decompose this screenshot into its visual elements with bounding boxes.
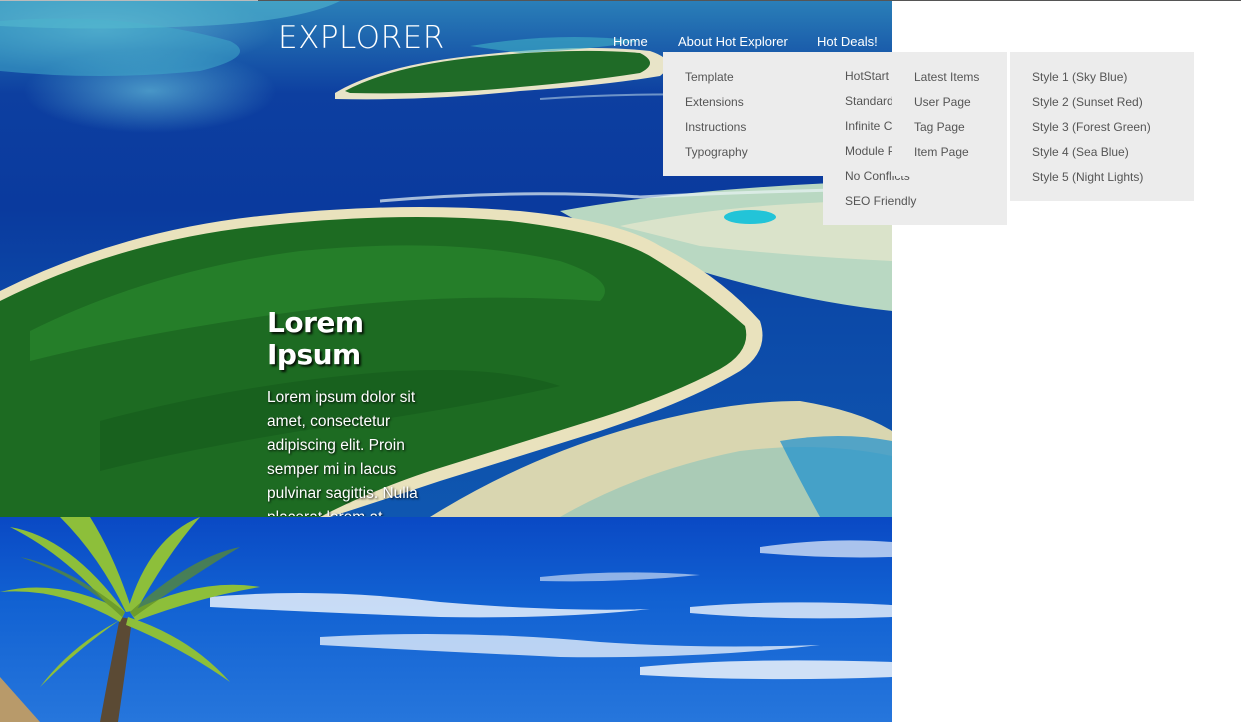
menu-item-tag-page[interactable]: Tag Page [914, 120, 965, 134]
menu-item-style-4[interactable]: Style 4 (Sea Blue) [1032, 145, 1129, 159]
window-top-border-highlight [0, 0, 258, 1]
menu-item-instructions[interactable]: Instructions [685, 120, 746, 134]
menu-item-extensions[interactable]: Extensions [685, 95, 744, 109]
menu-item-latest-items[interactable]: Latest Items [914, 70, 979, 84]
menu-item-standard[interactable]: Standard [845, 94, 894, 108]
nav-home[interactable]: Home [613, 34, 648, 49]
menu-item-item-page[interactable]: Item Page [914, 145, 969, 159]
site-logo[interactable]: EXPLORER [278, 20, 445, 56]
menu-item-style-1[interactable]: Style 1 (Sky Blue) [1032, 70, 1127, 84]
menu-item-style-5[interactable]: Style 5 (Night Lights) [1032, 170, 1143, 184]
menu-item-hotstart[interactable]: HotStart [845, 69, 889, 83]
menu-item-user-page[interactable]: User Page [914, 95, 971, 109]
palm-illustration [0, 517, 892, 722]
hero-body-text: Lorem ipsum dolor sit amet, consectetur … [267, 389, 418, 516]
menu-item-style-3[interactable]: Style 3 (Forest Green) [1032, 120, 1151, 134]
menu-item-seo-friendly[interactable]: SEO Friendly [845, 194, 916, 208]
menu-item-template[interactable]: Template [685, 70, 734, 84]
nav-about-hot-explorer[interactable]: About Hot Explorer [678, 34, 788, 49]
about-dropdown: Template Extensions Instructions Typogra… [663, 52, 823, 176]
menu-item-typography[interactable]: Typography [685, 145, 748, 159]
pages-dropdown: Latest Items User Page Tag Page Item Pag… [892, 52, 1007, 176]
hero-image-palm [0, 517, 892, 722]
nav-hot-deals[interactable]: Hot Deals! [817, 34, 878, 49]
menu-item-infinite[interactable]: Infinite Cl [845, 119, 895, 133]
hero-title: Lorem Ipsum [267, 306, 364, 371]
menu-item-module[interactable]: Module P [845, 144, 896, 158]
menu-item-style-2[interactable]: Style 2 (Sunset Red) [1032, 95, 1143, 109]
styles-dropdown: Style 1 (Sky Blue) Style 2 (Sunset Red) … [1010, 52, 1194, 201]
